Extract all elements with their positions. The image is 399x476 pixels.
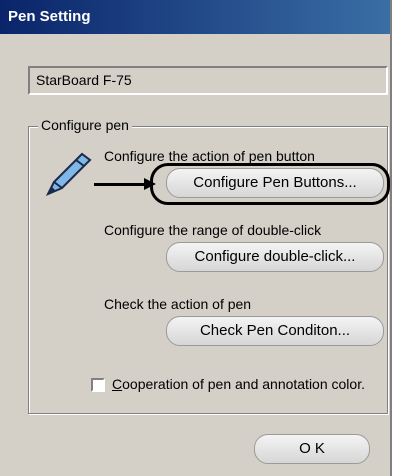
- pen-setting-window: Pen Setting StarBoard F-75 Configure pen…: [0, 0, 392, 476]
- pen-icon: [45, 152, 92, 196]
- device-name-field: StarBoard F-75: [28, 66, 388, 95]
- pen-button-description: Configure the action of pen button: [104, 148, 315, 164]
- arrow-shaft: [94, 183, 146, 186]
- accelerator-letter: C: [112, 376, 123, 392]
- configure-double-click-button[interactable]: Configure double-click...: [166, 242, 384, 272]
- window-title: Pen Setting: [0, 0, 390, 34]
- cooperation-checkbox[interactable]: [91, 378, 105, 392]
- group-label: Configure pen: [38, 117, 132, 133]
- cooperation-label-text: ooperation of pen and annotation color.: [122, 376, 365, 392]
- check-pen-condition-button[interactable]: Check Pen Conditon...: [166, 316, 384, 346]
- cooperation-label[interactable]: Cooperation of pen and annotation color.: [112, 376, 365, 392]
- check-pen-description: Check the action of pen: [104, 296, 252, 312]
- double-click-description: Configure the range of double-click: [104, 222, 322, 238]
- ok-button[interactable]: O K: [254, 434, 370, 464]
- configure-pen-buttons-button[interactable]: Configure Pen Buttons...: [166, 168, 384, 198]
